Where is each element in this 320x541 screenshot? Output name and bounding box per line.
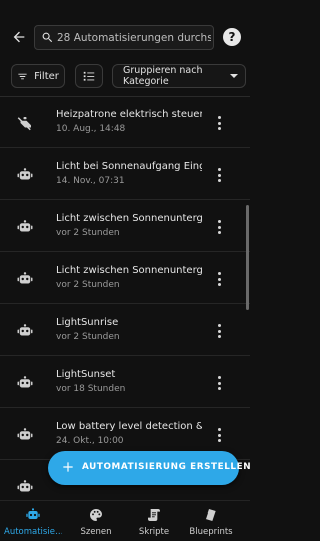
nav-item-blueprints[interactable]: Blueprints <box>182 501 240 541</box>
robot-icon <box>17 376 33 388</box>
group-by-dropdown[interactable]: Gruppieren nach Kategorie <box>112 64 246 88</box>
more-options-button[interactable] <box>212 111 226 135</box>
automation-last-triggered: vor 2 Stunden <box>56 332 120 342</box>
automation-title: Licht zwischen Sonnenuntergang und <box>56 265 202 276</box>
help-button[interactable]: ? <box>223 28 241 46</box>
automation-title: LightSunset <box>56 369 116 380</box>
checklist-icon <box>83 71 95 81</box>
filter-button[interactable]: Filter <box>11 64 65 88</box>
robot-icon <box>26 508 40 519</box>
script-icon <box>148 509 160 521</box>
nav-item-scenes[interactable]: Szenen <box>67 501 125 541</box>
robot-icon <box>17 168 33 180</box>
scrollbar[interactable] <box>246 205 249 310</box>
nav-item-scripts[interactable]: Skripte <box>125 501 183 541</box>
list-item[interactable]: Heizpatrone elektrisch steuern 10. Aug.,… <box>0 97 250 148</box>
filter-icon <box>18 73 27 79</box>
more-options-button[interactable] <box>212 423 226 447</box>
robot-off-icon <box>17 117 31 131</box>
automation-last-triggered: vor 2 Stunden <box>56 280 120 290</box>
automation-title: Licht zwischen Sonnenuntergang und <box>56 213 202 224</box>
plus-icon <box>63 462 73 472</box>
list-item[interactable]: Licht zwischen Sonnenuntergang und vor 2… <box>0 201 250 252</box>
robot-icon <box>17 428 33 440</box>
search-icon <box>38 29 56 47</box>
automation-title: Heizpatrone elektrisch steuern <box>56 109 202 120</box>
nav-item-label: Automatisie… <box>4 527 62 537</box>
nav-item-label: Skripte <box>138 527 170 537</box>
more-options-button[interactable] <box>212 267 226 291</box>
selection-mode-button[interactable] <box>75 64 103 88</box>
list-item[interactable]: LightSunrise vor 2 Stunden <box>0 305 250 356</box>
arrow-left-icon <box>13 31 25 43</box>
automation-last-triggered: vor 18 Stunden <box>56 384 126 394</box>
bottom-navigation: Automatisie… Szenen Skripte Blueprints <box>0 500 250 541</box>
nav-item-label: Blueprints <box>189 527 233 537</box>
list-item[interactable]: Licht bei Sonnenaufgang Eingangstür 14. … <box>0 149 250 200</box>
create-automation-button[interactable]: AUTOMATISIERUNG ERSTELLEN <box>48 451 251 485</box>
automation-title: Licht bei Sonnenaufgang Eingangstür <box>56 161 202 172</box>
nav-item-automations[interactable]: Automatisie… <box>4 501 62 541</box>
automation-last-triggered: 14. Nov., 07:31 <box>56 176 125 186</box>
top-app-bar: ? <box>0 0 250 58</box>
robot-icon <box>17 272 33 284</box>
search-input[interactable] <box>56 31 211 44</box>
automation-list: Heizpatrone elektrisch steuern 10. Aug.,… <box>0 97 250 500</box>
automation-title: Low battery level detection & notificat <box>56 421 202 432</box>
group-by-label: Gruppieren nach Kategorie <box>123 65 203 87</box>
automation-title: LightSunrise <box>56 317 119 328</box>
filter-label: Filter <box>34 70 59 82</box>
automation-last-triggered: 10. Aug., 14:48 <box>56 124 126 134</box>
create-automation-label: AUTOMATISIERUNG ERSTELLEN <box>82 462 252 472</box>
more-options-button[interactable] <box>212 215 226 239</box>
robot-icon <box>17 220 33 232</box>
more-options-button[interactable] <box>212 319 226 343</box>
back-button[interactable] <box>8 26 30 48</box>
more-options-button[interactable] <box>212 371 226 395</box>
robot-icon <box>17 324 33 336</box>
nav-item-label: Szenen <box>80 527 112 537</box>
robot-icon <box>17 480 33 492</box>
toolbar: Filter Gruppieren nach Kategorie <box>0 58 250 96</box>
list-item[interactable]: LightSunset vor 18 Stunden <box>0 357 250 408</box>
automation-last-triggered: 24. Okt., 10:00 <box>56 436 124 446</box>
blueprint-icon <box>205 509 216 521</box>
help-icon: ? <box>228 30 236 44</box>
search-field[interactable] <box>34 25 214 50</box>
chevron-down-icon <box>230 74 238 78</box>
automation-last-triggered: vor 2 Stunden <box>56 228 120 238</box>
palette-icon <box>90 509 102 521</box>
more-options-button[interactable] <box>212 163 226 187</box>
list-item[interactable]: Licht zwischen Sonnenuntergang und vor 2… <box>0 253 250 304</box>
